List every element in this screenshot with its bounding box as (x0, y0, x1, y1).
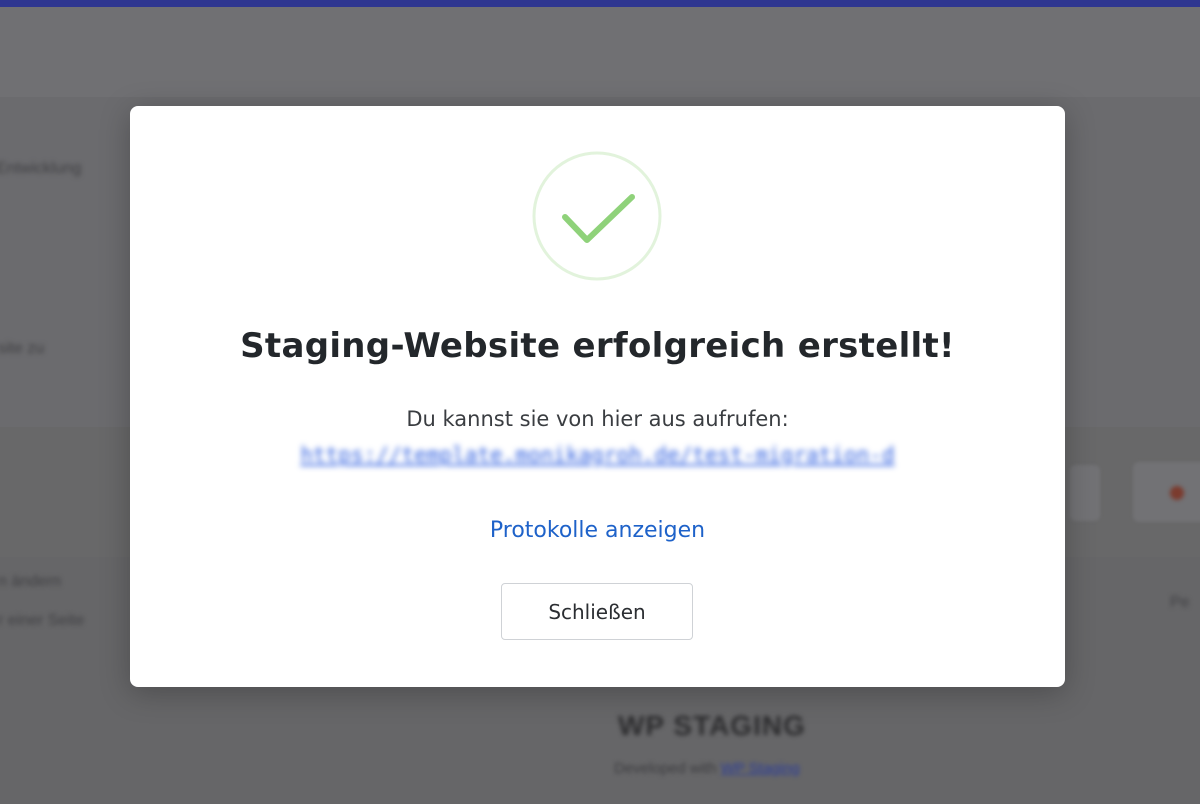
footer-credit-text: Developed with (614, 760, 717, 777)
staging-site-link[interactable]: https://template.monikagroh.de/test-migr… (130, 443, 1065, 467)
background-text: site zu (0, 340, 45, 357)
close-button[interactable]: Schließen (501, 583, 693, 640)
background-text: Entwicklung (0, 160, 82, 177)
background-text: Pe (1170, 594, 1190, 611)
admin-header-area (0, 7, 1200, 97)
background-input (1070, 465, 1100, 521)
dialog-subtitle: Du kannst sie von hier aus aufrufen: (406, 407, 789, 431)
dialog-title: Staging-Website erfolgreich erstellt! (240, 326, 955, 366)
footer-credit: Developed with WP Staging (614, 760, 800, 777)
show-logs-link[interactable]: Protokolle anzeigen (130, 518, 1065, 543)
admin-top-accent-bar (0, 0, 1200, 7)
background-status-dot (1170, 486, 1184, 500)
footer-credit-link[interactable]: WP Staging (721, 760, 800, 777)
background-text: r einer Seite (0, 612, 85, 629)
checkmark-circle-icon (532, 151, 662, 281)
success-dialog: Staging-Website erfolgreich erstellt! Du… (130, 106, 1065, 687)
background-text: n ändern (0, 573, 62, 590)
background-card (1133, 462, 1200, 522)
wpstaging-logo: WP STAGING (618, 710, 806, 741)
